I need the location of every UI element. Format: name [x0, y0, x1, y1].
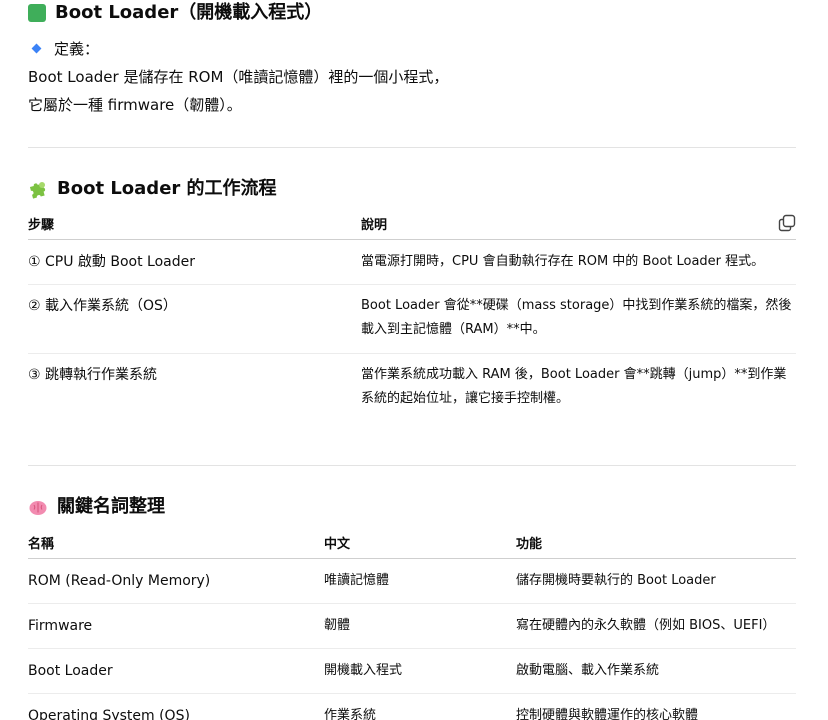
- term-cell: ROM (Read-Only Memory): [28, 558, 324, 604]
- chinese-cell: 韌體: [324, 603, 516, 649]
- column-header: 說明: [361, 207, 796, 240]
- step-cell: ① CPU 啟動 Boot Loader: [28, 239, 361, 285]
- table-row: ① CPU 啟動 Boot Loader 當電源打開時，CPU 會自動執行存在 …: [28, 239, 796, 285]
- section-boot-loader-heading: Boot Loader（開機載入程式）: [28, 1, 322, 25]
- table-row: Operating System (OS) 作業系統 控制硬體與軟體運作的核心軟…: [28, 694, 796, 720]
- divider: [28, 147, 796, 148]
- puzzle-piece-icon: [29, 182, 46, 199]
- description-cell: 當作業系統成功載入 RAM 後，Boot Loader 會**跳轉（jump）*…: [361, 367, 787, 406]
- green-square-icon: [28, 4, 46, 22]
- definition-label: 定義：: [54, 40, 100, 58]
- table-row: Boot Loader 開機載入程式 啟動電腦、載入作業系統: [28, 648, 796, 694]
- glossary-table: 名稱 中文 功能 ROM (Read-Only Memory) 唯讀記憶體 儲存…: [28, 526, 796, 720]
- section-title: 關鍵名詞整理: [57, 496, 165, 517]
- function-cell: 控制硬體與軟體運作的核心軟體: [516, 708, 699, 720]
- column-header: 功能: [516, 526, 796, 559]
- section-title: Boot Loader（開機載入程式）: [55, 2, 323, 23]
- brain-icon: [29, 501, 47, 515]
- table-header-row: 名稱 中文 功能: [28, 526, 796, 559]
- table-row: ② 載入作業系統（OS） Boot Loader 會從**硬碟（mass sto…: [28, 284, 796, 354]
- column-header: 步驟: [28, 207, 361, 240]
- description-cell: 當電源打開時，CPU 會自動執行存在 ROM 中的 Boot Loader 程式…: [361, 239, 796, 285]
- term-cell: Firmware: [28, 603, 324, 649]
- workflow-table: 步驟 說明 ① CPU 啟動 Boot Loader 當電源打開時，CPU 會自…: [28, 207, 796, 423]
- column-header: 中文: [324, 526, 516, 559]
- definition-line-2: 它屬於一種 firmware（韌體）。: [28, 96, 242, 114]
- step-cell: ③ 跳轉執行作業系統: [28, 367, 158, 383]
- term-cell: Operating System (OS): [28, 708, 190, 720]
- table-row: ③ 跳轉執行作業系統 當作業系統成功載入 RAM 後，Boot Loader 會…: [28, 354, 796, 423]
- chinese-cell: 作業系統: [324, 708, 377, 720]
- function-cell: 儲存開機時要執行的 Boot Loader: [516, 558, 796, 604]
- column-header-label: 說明: [361, 217, 388, 233]
- section-glossary-heading: 關鍵名詞整理: [28, 495, 165, 519]
- table-row: ROM (Read-Only Memory) 唯讀記憶體 儲存開機時要執行的 B…: [28, 558, 796, 604]
- function-cell: 寫在硬體內的永久軟體（例如 BIOS、UEFI）: [516, 603, 796, 649]
- column-header: 名稱: [28, 526, 324, 559]
- table-header-row: 步驟 說明: [28, 207, 796, 240]
- function-cell: 啟動電腦、載入作業系統: [516, 648, 796, 694]
- step-cell: ② 載入作業系統（OS）: [28, 284, 361, 354]
- section-title: Boot Loader 的工作流程: [57, 178, 277, 199]
- description-cell: Boot Loader 會從**硬碟（mass storage）中找到作業系統的…: [361, 284, 796, 354]
- section-workflow-heading: Boot Loader 的工作流程: [28, 177, 277, 201]
- blue-diamond-icon: [30, 42, 44, 56]
- copy-icon[interactable]: [778, 214, 796, 232]
- table-row: Firmware 韌體 寫在硬體內的永久軟體（例如 BIOS、UEFI）: [28, 603, 796, 649]
- divider: [28, 465, 796, 466]
- chinese-cell: 唯讀記憶體: [324, 558, 516, 604]
- chinese-cell: 開機載入程式: [324, 648, 516, 694]
- chat-response: Boot Loader（開機載入程式） 定義： Boot Loader 是儲存在…: [0, 0, 828, 720]
- definition-line-1: Boot Loader 是儲存在 ROM（唯讀記憶體）裡的一個小程式，: [28, 68, 449, 86]
- term-cell: Boot Loader: [28, 648, 324, 694]
